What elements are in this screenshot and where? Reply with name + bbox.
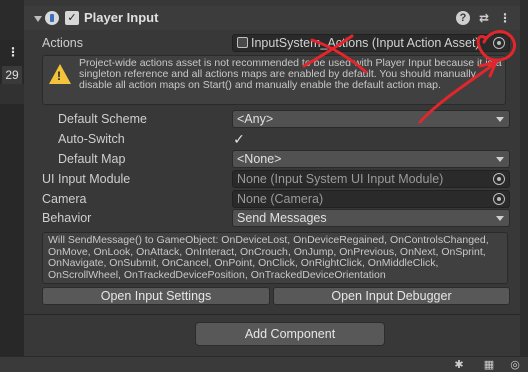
status-bar: ✱ ▦ ◎ (0, 356, 528, 372)
asset-icon (237, 37, 248, 48)
camera-label: Camera (42, 192, 87, 206)
component-icon (45, 11, 59, 25)
ui-input-module-value: None (Input System UI Input Module) (237, 172, 444, 186)
chevron-down-icon (496, 117, 504, 122)
default-scheme-dropdown[interactable]: <Any> (232, 110, 510, 128)
scrollbar[interactable] (520, 0, 528, 372)
add-component-button[interactable]: Add Component (195, 322, 385, 346)
camera-field[interactable]: None (Camera) (232, 190, 510, 208)
panel-menu-icon[interactable]: ⋮ (7, 45, 19, 59)
help-icon[interactable]: ? (456, 11, 470, 25)
actions-field[interactable]: InputSystem_Actions (Input Action Asset) (232, 34, 510, 52)
default-scheme-value: <Any> (237, 112, 274, 126)
object-picker-icon[interactable] (493, 193, 505, 205)
component-title: Player Input (84, 10, 159, 25)
warning-helpbox: Project-wide actions asset is not recomm… (42, 55, 506, 105)
object-picker-icon[interactable] (493, 173, 505, 185)
behavior-info-text: Will SendMessage() to GameObject: OnDevi… (48, 234, 489, 281)
behavior-label: Behavior (42, 211, 92, 225)
component-enabled-checkbox[interactable]: ✓ (65, 11, 79, 25)
default-map-dropdown[interactable]: <None> (232, 150, 510, 168)
ui-input-module-field[interactable]: None (Input System UI Input Module) (232, 170, 510, 188)
debug-icon[interactable]: ✱ (452, 359, 466, 371)
divider (24, 314, 520, 315)
hierarchy-panel-edge: ⋮ 29 (0, 0, 24, 372)
default-map-value: <None> (237, 152, 282, 166)
behavior-dropdown[interactable]: Send Messages (232, 209, 510, 227)
inspector-panel: ✓ Player Input ? ⇄ ⋮ Actions InputSystem… (24, 0, 520, 372)
behavior-value: Send Messages (237, 211, 327, 225)
default-map-label: Default Map (58, 152, 126, 166)
chevron-down-icon (496, 216, 504, 221)
actions-value: InputSystem_Actions (Input Action Asset) (251, 36, 480, 50)
frame-number: 29 (2, 66, 22, 84)
foldout-arrow-icon[interactable] (34, 16, 42, 22)
panel-strip (0, 0, 24, 40)
open-input-settings-button[interactable]: Open Input Settings (42, 287, 270, 305)
kebab-icon[interactable]: ⋮ (498, 11, 512, 25)
actions-label: Actions (42, 36, 83, 50)
warning-text: Project-wide actions asset is not recomm… (79, 57, 502, 92)
presets-icon[interactable]: ⇄ (477, 11, 491, 25)
layout-icon[interactable]: ▦ (482, 359, 496, 371)
open-input-debugger-button[interactable]: Open Input Debugger (273, 287, 510, 305)
component-header[interactable]: ✓ Player Input ? ⇄ ⋮ (24, 6, 520, 30)
chevron-down-icon (496, 157, 504, 162)
auto-switch-label: Auto-Switch (58, 132, 125, 146)
camera-value: None (Camera) (237, 192, 324, 206)
collab-icon[interactable]: ◎ (508, 359, 522, 371)
behavior-info-helpbox: Will SendMessage() to GameObject: OnDevi… (42, 232, 508, 284)
default-scheme-label: Default Scheme (58, 112, 147, 126)
panel-row (0, 84, 24, 104)
ui-input-module-label: UI Input Module (42, 172, 131, 186)
object-picker-icon[interactable] (493, 37, 505, 49)
warning-icon (49, 64, 71, 84)
auto-switch-checkbox[interactable]: ✓ (232, 132, 246, 146)
